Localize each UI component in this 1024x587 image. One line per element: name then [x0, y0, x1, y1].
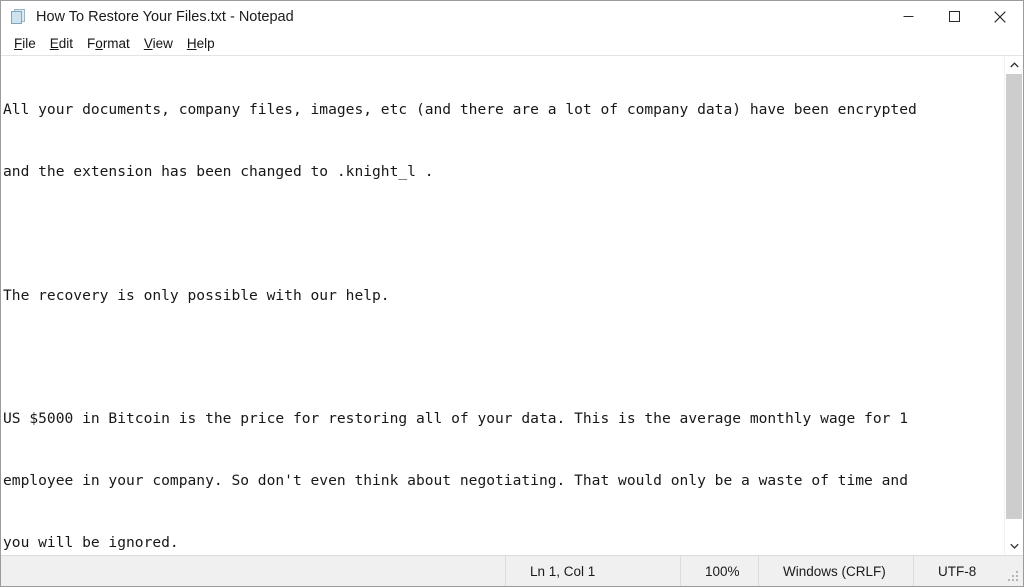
menu-help-rest: elp: [196, 35, 215, 51]
close-icon: [994, 10, 1006, 23]
menu-bar: File Edit Format View Help: [1, 32, 1023, 55]
scrollbar-track[interactable]: [1005, 74, 1023, 537]
vertical-scrollbar[interactable]: [1004, 56, 1023, 555]
menu-view[interactable]: View: [137, 34, 180, 54]
text-line: employee in your company. So don't even …: [3, 471, 908, 489]
status-encoding[interactable]: UTF-8: [913, 556, 1023, 586]
text-line-blank: [3, 224, 1005, 245]
scroll-down-button[interactable]: [1005, 537, 1023, 555]
editor-area[interactable]: All your documents, company files, image…: [1, 55, 1023, 555]
status-bar: Ln 1, Col 1 100% Windows (CRLF) UTF-8: [1, 555, 1023, 586]
menu-file[interactable]: File: [7, 34, 43, 54]
status-line-ending[interactable]: Windows (CRLF): [758, 556, 913, 586]
notepad-document-icon: [11, 8, 27, 25]
menu-edit-rest: dit: [58, 35, 74, 51]
resize-grip[interactable]: [1008, 571, 1020, 583]
menu-file-rest: ile: [22, 35, 36, 51]
maximize-button[interactable]: [931, 1, 977, 32]
notepad-window: How To Restore Your Files.txt - Notepad: [0, 0, 1024, 587]
menu-view-rest: iew: [152, 35, 173, 51]
menu-format-b: rmat: [102, 35, 130, 51]
minimize-icon: [903, 16, 913, 17]
text-line-blank: [3, 347, 1005, 368]
menu-help[interactable]: Help: [180, 34, 222, 54]
minimize-button[interactable]: [885, 1, 931, 32]
window-title: How To Restore Your Files.txt - Notepad: [36, 8, 294, 25]
scrollbar-thumb[interactable]: [1006, 74, 1022, 519]
text-content[interactable]: All your documents, company files, image…: [1, 56, 1005, 555]
text-line: The recovery is only possible with our h…: [3, 286, 390, 304]
text-line: you will be ignored.: [3, 533, 179, 551]
maximize-icon: [948, 11, 960, 22]
status-zoom-level[interactable]: 100%: [680, 556, 758, 586]
title-bar[interactable]: How To Restore Your Files.txt - Notepad: [1, 1, 1023, 32]
window-controls: [885, 1, 1023, 32]
text-line: All your documents, company files, image…: [3, 101, 917, 119]
scroll-up-button[interactable]: [1005, 56, 1023, 74]
chevron-down-icon: [1009, 543, 1019, 549]
status-spacer: [1, 556, 505, 586]
text-line: US $5000 in Bitcoin is the price for res…: [3, 410, 908, 428]
text-line: and the extension has been changed to .k…: [3, 162, 434, 180]
status-cursor-position: Ln 1, Col 1: [505, 556, 680, 586]
chevron-up-icon: [1009, 62, 1019, 68]
menu-edit[interactable]: Edit: [43, 34, 80, 54]
close-button[interactable]: [977, 1, 1023, 32]
menu-format[interactable]: Format: [80, 34, 137, 54]
